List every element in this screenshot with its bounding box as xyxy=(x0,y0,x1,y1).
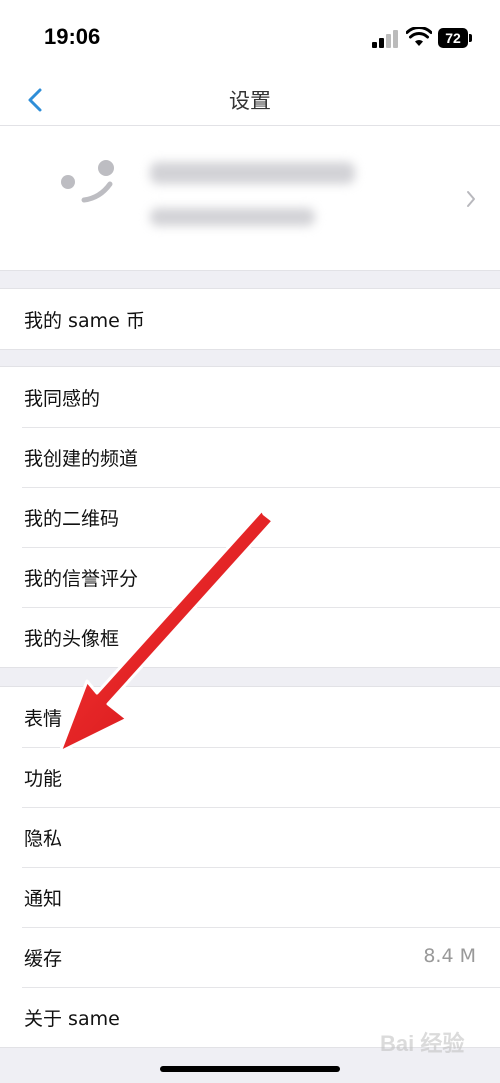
battery-cap xyxy=(469,34,472,42)
profile-header[interactable] xyxy=(0,126,500,271)
list-item-my-channels[interactable]: 我创建的频道 xyxy=(0,427,500,487)
profile-name-blurred xyxy=(150,162,355,184)
list-item-label: 表情 xyxy=(24,708,63,730)
avatar xyxy=(61,160,114,203)
chevron-right-icon xyxy=(467,191,475,207)
list-item-label: 关于 same xyxy=(24,1008,120,1030)
wifi-icon xyxy=(406,27,432,46)
list-item-label: 缓存 xyxy=(24,948,63,970)
signal-icon xyxy=(372,30,400,48)
list-item-label: 功能 xyxy=(24,768,63,790)
list-item-label: 我创建的频道 xyxy=(24,448,139,470)
list-item-label: 我的头像框 xyxy=(24,628,120,650)
list-item-avatar-frame[interactable]: 我的头像框 xyxy=(0,607,500,667)
list-item-liked[interactable]: 我同感的 xyxy=(0,367,500,427)
list-item-qr-code[interactable]: 我的二维码 xyxy=(0,487,500,547)
list-item-label: 我同感的 xyxy=(24,388,101,410)
status-time: 19:06 xyxy=(44,24,101,49)
list-item-notifications[interactable]: 通知 xyxy=(0,867,500,927)
page-title: 设置 xyxy=(229,89,271,113)
list-item-features[interactable]: 功能 xyxy=(0,747,500,807)
list-item-label: 我的二维码 xyxy=(24,508,120,530)
status-bar: 19:06 72 xyxy=(0,0,500,75)
nav-bar: 设置 xyxy=(0,75,500,126)
list-item-label: 我的 same 币 xyxy=(24,310,145,332)
list-item-label: 隐私 xyxy=(24,828,63,850)
coins-group: 我的 same 币 xyxy=(0,288,500,350)
list-item-label: 通知 xyxy=(24,888,63,910)
list-item-cache[interactable]: 缓存 8.4 M xyxy=(0,927,500,987)
list-item-stickers[interactable]: 表情 xyxy=(0,687,500,747)
cache-size-value: 8.4 M xyxy=(423,945,476,967)
watermark: Bai 经验 xyxy=(380,1031,465,1056)
list-item-privacy[interactable]: 隐私 xyxy=(0,807,500,867)
list-item-coins[interactable]: 我的 same 币 xyxy=(0,289,500,349)
profile-id-blurred xyxy=(150,208,315,226)
settings-group: 表情 功能 隐私 通知 缓存 8.4 M 关于 same xyxy=(0,686,500,1048)
mine-group: 我同感的 我创建的频道 我的二维码 我的信誉评分 我的头像框 xyxy=(0,366,500,668)
list-item-label: 我的信誉评分 xyxy=(24,568,139,590)
battery-icon: 72 xyxy=(438,28,468,48)
home-indicator xyxy=(160,1066,340,1072)
list-item-credit-score[interactable]: 我的信誉评分 xyxy=(0,547,500,607)
